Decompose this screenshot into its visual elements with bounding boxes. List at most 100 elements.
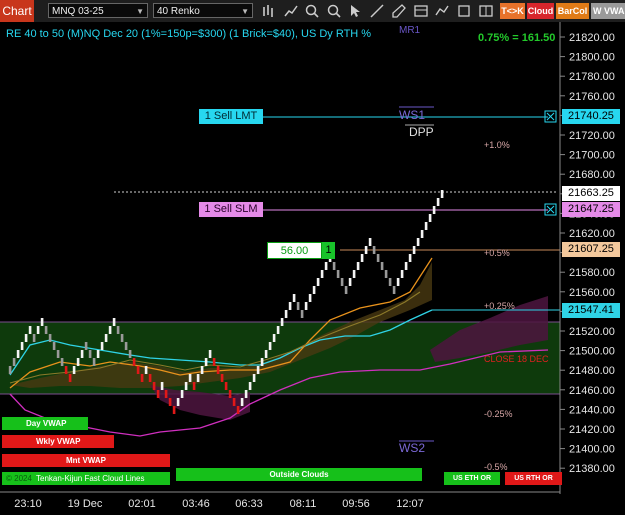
pnl-value: 0.75% = 161.50 bbox=[478, 32, 556, 44]
renko-brick bbox=[56, 350, 60, 358]
price-tick-label: 21800.00 bbox=[569, 52, 615, 64]
chart-panel[interactable]: MR1 WS1 DPP WS2 +1.0% +0.5% +0.25% CLOSE… bbox=[0, 22, 625, 515]
chart-title-tab[interactable]: Chart bbox=[0, 0, 34, 22]
renko-brick bbox=[80, 350, 84, 358]
strategies-icon[interactable] bbox=[456, 3, 472, 19]
renko-brick bbox=[136, 366, 140, 374]
renko-brick bbox=[404, 262, 408, 270]
outside-clouds-label: Outside Clouds bbox=[176, 468, 422, 481]
chart-description: RE 40 to 50 (M)NQ Dec 20 (1%=150p=$300) … bbox=[6, 28, 372, 40]
bar-style-icon[interactable] bbox=[261, 3, 277, 19]
pct-plus-05-label: +0.5% bbox=[484, 248, 510, 258]
renko-brick bbox=[120, 334, 124, 342]
order-qty-value[interactable]: 56.00 bbox=[267, 242, 322, 259]
renko-brick bbox=[32, 334, 36, 342]
renko-brick bbox=[48, 334, 52, 342]
sell-lmt-price-marker: 21740.25 bbox=[562, 109, 620, 124]
vwap-toggle-button[interactable]: W VWAP bbox=[591, 3, 625, 19]
sell-lmt-order-label[interactable]: 1 Sell LMT bbox=[199, 109, 263, 124]
time-tick-label: 12:07 bbox=[396, 498, 424, 510]
renko-brick bbox=[140, 374, 144, 382]
bar-color-toggle-button[interactable]: BarCol bbox=[556, 3, 589, 19]
price-tick-label: 21580.00 bbox=[569, 267, 615, 279]
renko-brick bbox=[112, 318, 116, 326]
price-tick-label: 21400.00 bbox=[569, 444, 615, 456]
renko-brick bbox=[228, 390, 232, 398]
target-price-marker: 21607.25 bbox=[562, 242, 620, 257]
renko-brick bbox=[16, 350, 20, 358]
renko-brick bbox=[96, 350, 100, 358]
renko-brick bbox=[312, 286, 316, 294]
time-tick-label: 02:01 bbox=[128, 498, 156, 510]
bar-type-select[interactable]: 40 Renko ▼ bbox=[153, 3, 253, 18]
us-eth-or-label: US ETH OR bbox=[444, 472, 500, 485]
chart-settings-icon[interactable] bbox=[283, 3, 299, 19]
renko-brick bbox=[360, 254, 364, 262]
renko-brick bbox=[352, 270, 356, 278]
renko-brick bbox=[60, 358, 64, 366]
renko-brick bbox=[244, 390, 248, 398]
renko-brick bbox=[84, 342, 88, 350]
dpp-label: DPP bbox=[409, 125, 434, 139]
renko-brick bbox=[176, 398, 180, 406]
renko-brick bbox=[24, 334, 28, 342]
renko-brick bbox=[292, 294, 296, 302]
renko-brick bbox=[368, 238, 372, 246]
renko-brick bbox=[256, 366, 260, 374]
renko-brick bbox=[232, 398, 236, 406]
renko-brick bbox=[116, 326, 120, 334]
renko-brick bbox=[204, 358, 208, 366]
renko-brick bbox=[144, 366, 148, 374]
instrument-select[interactable]: MNQ 03-25 ▼ bbox=[48, 3, 148, 18]
renko-brick bbox=[240, 398, 244, 406]
renko-brick bbox=[220, 374, 224, 382]
close-label: CLOSE 18 DEC bbox=[484, 354, 549, 364]
renko-brick bbox=[332, 262, 336, 270]
renko-brick bbox=[288, 302, 292, 310]
renko-brick bbox=[88, 350, 92, 358]
time-tick-label: 03:46 bbox=[182, 498, 210, 510]
renko-brick bbox=[388, 278, 392, 286]
time-tick-label: 06:33 bbox=[235, 498, 263, 510]
sell-slm-order-label[interactable]: 1 Sell SLM bbox=[199, 202, 263, 217]
renko-brick bbox=[156, 390, 160, 398]
price-tick-label: 21620.00 bbox=[569, 228, 615, 240]
renko-brick bbox=[276, 326, 280, 334]
renko-brick bbox=[440, 190, 444, 198]
indicators-icon[interactable] bbox=[434, 3, 450, 19]
renko-brick bbox=[392, 286, 396, 294]
draw-line-icon[interactable] bbox=[369, 3, 385, 19]
order-qty-count[interactable]: 1 bbox=[322, 242, 335, 259]
renko-brick bbox=[264, 350, 268, 358]
renko-brick bbox=[76, 358, 80, 366]
data-box-icon[interactable] bbox=[413, 3, 429, 19]
renko-brick bbox=[188, 374, 192, 382]
tenkan-kijun-toggle-button[interactable]: T<>K bbox=[500, 3, 525, 19]
renko-brick bbox=[304, 302, 308, 310]
renko-brick bbox=[380, 262, 384, 270]
price-tick-label: 21440.00 bbox=[569, 404, 615, 416]
renko-brick bbox=[316, 278, 320, 286]
renko-brick bbox=[212, 358, 216, 366]
templates-icon[interactable] bbox=[478, 3, 494, 19]
renko-brick bbox=[128, 350, 132, 358]
renko-brick bbox=[28, 326, 32, 334]
renko-brick bbox=[52, 342, 56, 350]
renko-brick bbox=[44, 326, 48, 334]
renko-brick bbox=[296, 302, 300, 310]
price-tick-label: 21760.00 bbox=[569, 91, 615, 103]
pointer-icon[interactable] bbox=[347, 3, 363, 19]
zoom-out-icon[interactable] bbox=[326, 3, 342, 19]
zoom-in-icon[interactable] bbox=[304, 3, 320, 19]
price-tick-label: 21720.00 bbox=[569, 130, 615, 142]
cloud-toggle-button[interactable]: Cloud bbox=[527, 3, 554, 19]
pct-plus-025-label: +0.25% bbox=[484, 301, 515, 311]
renko-brick bbox=[40, 318, 44, 326]
price-tick-label: 21560.00 bbox=[569, 287, 615, 299]
drawing-tools-icon[interactable] bbox=[391, 3, 407, 19]
copyright-text: © 2024 bbox=[6, 474, 32, 483]
renko-brick bbox=[384, 270, 388, 278]
renko-brick bbox=[336, 270, 340, 278]
renko-brick bbox=[364, 246, 368, 254]
mnt-vwap-label: Mnt VWAP bbox=[2, 454, 170, 467]
